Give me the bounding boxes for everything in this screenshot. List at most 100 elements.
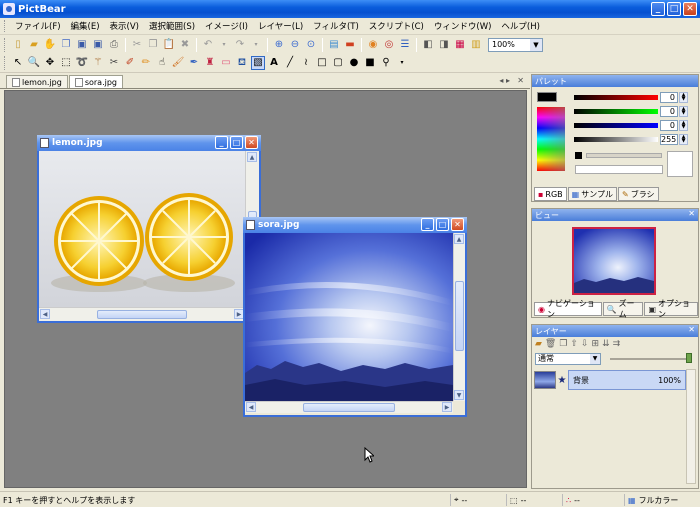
lemon-image[interactable] [39, 151, 245, 307]
blend-mode-select[interactable]: 通常 ▼ [535, 353, 601, 365]
menu-image[interactable]: イメージ(I) [200, 20, 253, 32]
zoom-in-icon[interactable]: ⊕ [272, 38, 286, 52]
opacity-slider-thumb[interactable] [686, 353, 692, 363]
move-down-icon[interactable]: ⇩ [581, 339, 589, 351]
paste-icon[interactable]: 📋 [162, 38, 176, 52]
line-tool-icon[interactable]: ╱ [283, 56, 297, 70]
scroll-thumb[interactable] [455, 281, 464, 351]
new-layer-icon[interactable]: ▰ [535, 339, 542, 351]
menu-select[interactable]: 選択範囲(S) [144, 20, 200, 32]
layer-props-icon[interactable]: ⇉ [613, 339, 621, 351]
move-tool-icon[interactable]: ✥ [43, 56, 57, 70]
image-window-icon[interactable]: ▤ [327, 38, 341, 52]
copy-icon[interactable]: ❐ [146, 38, 160, 52]
green-value-input[interactable]: 0 [660, 105, 678, 117]
sora-window-titlebar[interactable]: sora.jpg _ □ ✕ [243, 217, 467, 233]
close-button[interactable]: ✕ [451, 218, 464, 231]
magic-wand-tool-icon[interactable]: ⚚ [91, 56, 105, 70]
tab-brush[interactable]: ✎ ブラシ [618, 187, 659, 201]
toolbar-grip[interactable] [4, 37, 7, 52]
blue-slider[interactable] [574, 122, 658, 128]
pointer-tool-icon[interactable]: ↖ [11, 56, 25, 70]
toolbar-grip[interactable] [4, 56, 7, 70]
toolbar-more-icon[interactable]: ▾ [395, 56, 409, 70]
white-bar[interactable] [575, 165, 663, 174]
curve-tool-icon[interactable]: ≀ [299, 56, 313, 70]
sora-vertical-scrollbar[interactable]: ▲ ▼ [453, 233, 465, 401]
flatten-icon[interactable]: ⇊ [602, 339, 610, 351]
airbrush-tool-icon[interactable]: ✒ [187, 56, 201, 70]
sora-image[interactable] [245, 233, 453, 401]
tab-lemon[interactable]: lemon.jpg [6, 75, 68, 88]
minimize-button[interactable]: _ [215, 136, 228, 149]
red-value-input[interactable]: 0 [660, 91, 678, 103]
rounded-rect-tool-icon[interactable]: ▢ [331, 56, 345, 70]
layer-item[interactable]: 背景 100% [568, 370, 686, 390]
green-slider[interactable] [574, 108, 658, 114]
maximize-button[interactable]: □ [436, 218, 449, 231]
undo-icon[interactable]: ↶ [201, 38, 215, 52]
scroll-down-icon[interactable]: ▼ [454, 390, 464, 400]
rectangle-tool-icon[interactable]: □ [315, 56, 329, 70]
close-icon[interactable]: ✕ [688, 325, 695, 334]
tab-close-icon[interactable]: ✕ [517, 76, 524, 85]
scroll-thumb[interactable] [97, 310, 187, 319]
eyedropper-tool-icon[interactable]: ✐ [123, 56, 137, 70]
save-as-icon[interactable]: ▣ [91, 38, 105, 52]
scroll-up-icon[interactable]: ▲ [247, 152, 257, 162]
magnifier-tool-icon[interactable]: 🔍 [27, 56, 41, 70]
fill-tool-icon[interactable]: ⛾ [235, 56, 249, 70]
opacity-slider[interactable] [610, 358, 690, 360]
redo-icon[interactable]: ↷ [233, 38, 247, 52]
visibility-star-icon[interactable]: ★ [556, 375, 568, 386]
blue-spinner-icon[interactable]: ▲ ▼ [679, 119, 688, 131]
menu-edit[interactable]: 編集(E) [66, 20, 105, 32]
menu-window[interactable]: ウィンドウ(W) [429, 20, 497, 32]
brush-tool-icon[interactable]: 🖌 [171, 56, 185, 70]
zoom-level-select[interactable]: 100% ▼ [488, 37, 543, 52]
undo-dropdown-icon[interactable]: ▾ [217, 38, 231, 52]
layers-panel-title[interactable]: レイヤー ✕ [532, 325, 698, 337]
menu-help[interactable]: ヘルプ(H) [496, 20, 545, 32]
stamp-tool-icon[interactable]: ♜ [203, 56, 217, 70]
scroll-up-icon[interactable]: ▲ [454, 234, 464, 244]
gray-bar[interactable] [586, 153, 662, 158]
menu-file[interactable]: ファイル(F) [10, 20, 66, 32]
zoom-fit-icon[interactable]: ⊙ [304, 38, 318, 52]
palette-toggle-icon[interactable]: ◉ [366, 38, 380, 52]
hand-icon[interactable]: ✋ [43, 38, 57, 52]
sora-horizontal-scrollbar[interactable]: ◀ ▶ [245, 401, 453, 413]
scroll-left-icon[interactable]: ◀ [246, 402, 256, 412]
green-spinner-icon[interactable]: ▲ ▼ [679, 105, 688, 117]
tab-rgb[interactable]: ▪ RGB [534, 187, 567, 201]
invert-icon[interactable]: ◨ [437, 38, 451, 52]
layer-toggle-icon[interactable]: ☰ [398, 38, 412, 52]
close-button[interactable]: ✕ [245, 136, 258, 149]
merge-layer-icon[interactable]: ⊞ [592, 339, 600, 351]
menu-filter[interactable]: フィルタ(T) [308, 20, 364, 32]
tab-scroll-arrows-icon[interactable]: ◂ ▸ [499, 76, 510, 85]
menu-view[interactable]: 表示(V) [105, 20, 144, 32]
delete-layer-icon[interactable]: 🗑 [545, 339, 556, 351]
cut-icon[interactable]: ✂ [130, 38, 144, 52]
tab-sample[interactable]: ▦ サンプル [567, 187, 617, 201]
copy-icon[interactable]: ❐ [59, 38, 73, 52]
delete-icon[interactable]: ✖ [178, 38, 192, 52]
red-spinner-icon[interactable]: ▲ ▼ [679, 91, 688, 103]
menu-layer[interactable]: レイヤー(L) [253, 20, 308, 32]
zoom-out-icon[interactable]: ⊖ [288, 38, 302, 52]
new-file-icon[interactable]: ▯ [11, 38, 25, 52]
eraser-tool-icon[interactable]: ▭ [219, 56, 233, 70]
print-icon[interactable]: ⎙ [107, 38, 121, 52]
red-slider[interactable] [574, 94, 658, 100]
rect-select-tool-icon[interactable]: ⬚ [59, 56, 73, 70]
red-window-icon[interactable]: ▬ [343, 38, 357, 52]
layers-scrollbar[interactable] [686, 369, 696, 484]
scroll-left-icon[interactable]: ◀ [40, 309, 50, 319]
lemon-window-titlebar[interactable]: lemon.jpg _ □ ✕ [37, 135, 261, 151]
lemon-horizontal-scrollbar[interactable]: ◀ ▶ [39, 307, 245, 321]
pencil-tool-icon[interactable]: ✏ [139, 56, 153, 70]
gradient-tool-icon[interactable]: ▧ [251, 56, 265, 70]
chevron-down-icon[interactable]: ▼ [530, 38, 542, 51]
maximize-button[interactable]: □ [667, 2, 681, 16]
